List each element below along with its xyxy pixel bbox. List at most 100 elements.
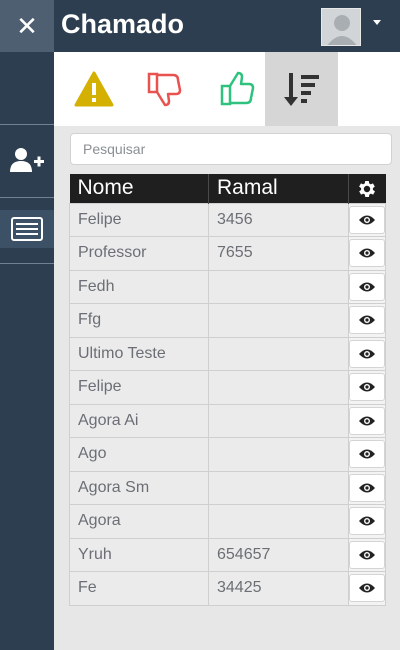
column-header-settings[interactable] (348, 174, 386, 203)
cell-extension (208, 269, 349, 304)
cell-view (348, 303, 386, 338)
table-header-row: Nome Ramal (69, 174, 386, 203)
view-button[interactable] (349, 574, 385, 603)
cell-name: Professor (69, 236, 209, 271)
eye-icon (359, 215, 375, 225)
table-row[interactable]: Professor 7655 (69, 236, 386, 271)
main-content: Nome Ramal Felipe3456Professor7655FedhFf… (54, 52, 400, 650)
add-user-icon (10, 148, 44, 172)
cell-view (348, 537, 386, 572)
table-row[interactable]: Ffg (69, 303, 386, 338)
table-row[interactable]: Yruh 654657 (69, 537, 386, 572)
gear-icon (359, 180, 376, 197)
app-header: ✕ Chamado (0, 0, 400, 52)
table-row[interactable]: Felipe (69, 370, 386, 405)
cell-view (348, 269, 386, 304)
cell-name: Ffg (69, 303, 209, 338)
cell-extension (208, 303, 349, 338)
cell-name: Agora Sm (69, 470, 209, 505)
cell-view (348, 470, 386, 505)
column-header-name[interactable]: Nome (69, 174, 209, 203)
close-icon: ✕ (16, 10, 38, 41)
user-avatar-icon (322, 9, 360, 45)
cell-extension: 654657 (208, 537, 349, 572)
list-card-icon (11, 217, 43, 241)
cell-view (348, 336, 386, 371)
caret-down-icon[interactable] (373, 20, 381, 25)
eye-icon (359, 382, 375, 392)
close-button[interactable]: ✕ (0, 0, 54, 52)
sort-descending-icon (283, 73, 319, 106)
eye-icon (359, 349, 375, 359)
table-row[interactable]: Fe 34425 (69, 571, 386, 606)
table-row[interactable]: Agora Sm (69, 470, 386, 505)
cell-view (348, 403, 386, 438)
cell-name: Ultimo Teste (69, 336, 209, 371)
cell-view (348, 571, 386, 606)
cell-extension: 7655 (208, 236, 349, 271)
eye-icon (359, 248, 375, 258)
cell-view (348, 236, 386, 271)
cell-view (348, 437, 386, 472)
tool-thumbs-up[interactable] (200, 52, 273, 126)
tool-sort[interactable] (265, 52, 338, 126)
view-button[interactable] (349, 239, 385, 268)
tool-thumbs-down[interactable] (127, 52, 200, 126)
table-row[interactable]: Ultimo Teste (69, 336, 386, 371)
view-button[interactable] (349, 339, 385, 368)
thumbs-down-icon (147, 72, 181, 107)
cell-view (348, 504, 386, 539)
view-button[interactable] (349, 440, 385, 469)
sidebar (0, 52, 54, 650)
page-title: Chamado (61, 9, 185, 39)
view-button[interactable] (349, 205, 385, 234)
tool-warning[interactable] (57, 52, 130, 126)
cell-name: Fedh (69, 269, 209, 304)
eye-icon (359, 416, 375, 426)
table-row[interactable]: Agora Ai (69, 403, 386, 438)
view-button[interactable] (349, 406, 385, 435)
view-button[interactable] (349, 473, 385, 502)
search-input[interactable] (70, 133, 392, 165)
eye-icon (359, 516, 375, 526)
eye-icon (359, 315, 375, 325)
cell-extension (208, 370, 349, 405)
column-header-extension[interactable]: Ramal (208, 174, 349, 203)
cell-extension: 3456 (208, 202, 349, 237)
eye-icon (359, 449, 375, 459)
cell-extension (208, 336, 349, 371)
sidebar-item-list[interactable] (0, 210, 54, 248)
cell-view (348, 202, 386, 237)
sidebar-divider (0, 263, 54, 264)
eye-icon (359, 550, 375, 560)
cell-name: Agora Ai (69, 403, 209, 438)
cell-extension (208, 470, 349, 505)
eye-icon (359, 483, 375, 493)
cell-view (348, 370, 386, 405)
cell-name: Agora (69, 504, 209, 539)
sidebar-divider (0, 197, 54, 198)
cell-extension (208, 504, 349, 539)
toolbar (54, 52, 400, 126)
table-row[interactable]: Ago (69, 437, 386, 472)
view-button[interactable] (349, 507, 385, 536)
table-row[interactable]: Agora (69, 504, 386, 539)
view-button[interactable] (349, 272, 385, 301)
view-button[interactable] (349, 373, 385, 402)
warning-icon (74, 71, 113, 107)
sidebar-item-add-user[interactable] (0, 141, 54, 179)
avatar[interactable] (321, 8, 361, 46)
view-button[interactable] (349, 306, 385, 335)
cell-name: Ago (69, 437, 209, 472)
cell-name: Felipe (69, 370, 209, 405)
cell-extension (208, 403, 349, 438)
table-row[interactable]: Felipe 3456 (69, 202, 386, 237)
thumbs-up-icon (220, 71, 254, 106)
cell-name: Yruh (69, 537, 209, 572)
sidebar-divider (0, 124, 54, 125)
cell-extension (208, 437, 349, 472)
eye-icon (359, 282, 375, 292)
table-row[interactable]: Fedh (69, 269, 386, 304)
view-button[interactable] (349, 540, 385, 569)
cell-extension: 34425 (208, 571, 349, 606)
